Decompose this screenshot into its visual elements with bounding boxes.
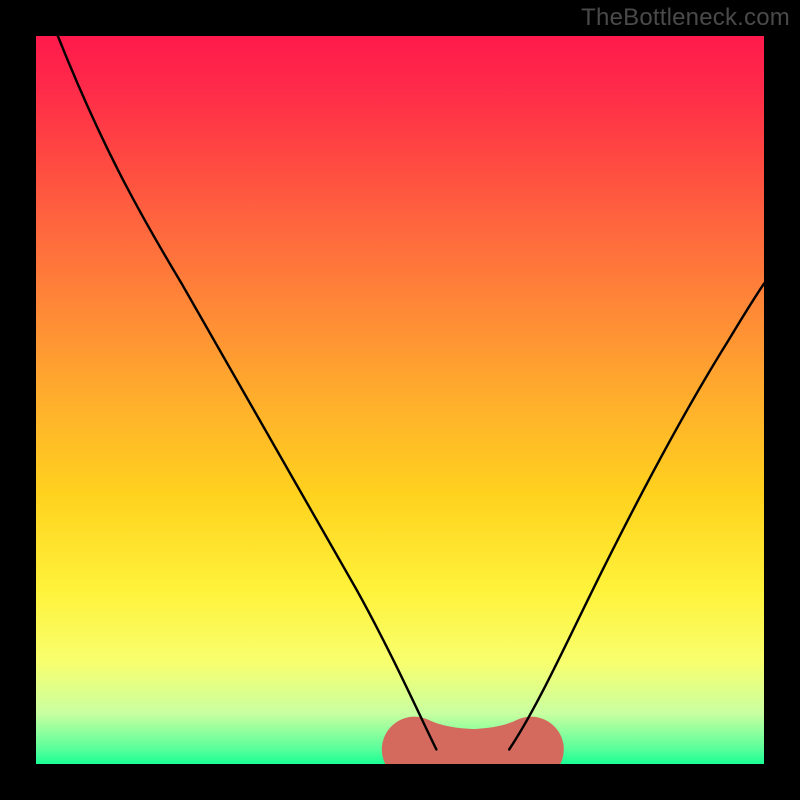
left-arm-path (58, 36, 437, 749)
plot-area (36, 36, 764, 764)
valley-band-path-thick (415, 749, 531, 761)
curve-layer (36, 36, 764, 764)
watermark-text: TheBottleneck.com (581, 4, 790, 32)
right-arm-path (509, 284, 764, 750)
chart-frame: TheBottleneck.com (0, 0, 800, 800)
